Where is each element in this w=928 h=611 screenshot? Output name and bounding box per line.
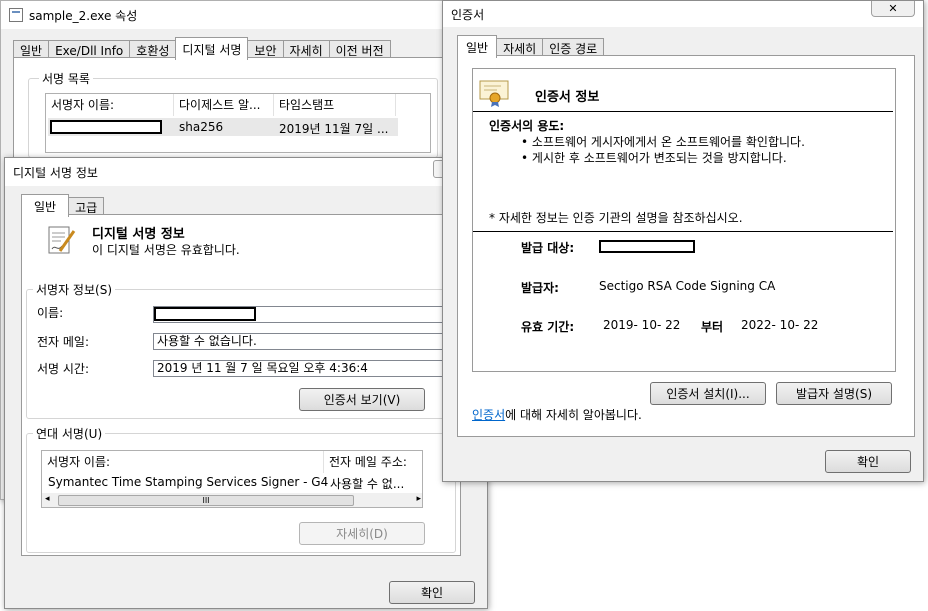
cs-col-email[interactable]: 전자 메일 주소: xyxy=(324,451,422,473)
scroll-thumb[interactable]: III xyxy=(58,495,354,506)
scroll-right-icon[interactable]: ▸ xyxy=(416,494,421,504)
email-field[interactable]: 사용할 수 없습니다. xyxy=(153,333,455,350)
col-timestamp[interactable]: 타임스탬프 xyxy=(274,94,396,116)
sign-time-field[interactable]: 2019 년 11 월 7 일 목요일 오후 4:36:4 xyxy=(153,360,455,377)
issuer-statement-button[interactable]: 발급자 설명(S) xyxy=(776,382,892,405)
validity-label: 유효 기간: xyxy=(521,320,575,334)
divider xyxy=(473,231,893,232)
valid-from: 2019- 10- 22 xyxy=(603,318,681,332)
tab-digital-signature[interactable]: 디지털 서명 xyxy=(175,37,249,60)
signature-info-panel: 디지털 서명 정보 이 디지털 서명은 유효합니다. 서명자 정보(S) 이름:… xyxy=(21,214,461,556)
signed-document-icon xyxy=(46,225,76,259)
certificate-window: 인증서 ✕ 일반 자세히 인증 경로 인증서 정보 인증서의 용도: • 소프트… xyxy=(442,0,924,482)
name-field[interactable] xyxy=(153,306,455,323)
signature-info-window: 디지털 서명 정보 ? 일반 고급 디지털 서명 정보 이 디지털 서명은 유효… xyxy=(4,157,488,609)
certificate-titlebar: 인증서 ✕ xyxy=(443,1,923,27)
cs-row-email: 사용할 수 없... xyxy=(330,477,405,491)
countersignature-label: 연대 서명(U) xyxy=(33,425,106,442)
signature-list-label: 서명 목록 xyxy=(39,70,93,87)
purpose-text-1: 소프트웨어 게시자에게서 온 소프트웨어를 확인합니다. xyxy=(531,135,805,149)
signature-ok-button[interactable]: 확인 xyxy=(389,581,475,604)
redacted-name xyxy=(154,307,256,321)
purpose-item-1: • 소프트웨어 게시자에게서 온 소프트웨어를 확인합니다. xyxy=(521,135,805,149)
table-row[interactable]: sha256 2019년 11월 7일 ... xyxy=(48,118,398,136)
certificate-panel: 인증서 정보 인증서의 용도: • 소프트웨어 게시자에게서 온 소프트웨어를 … xyxy=(457,55,915,437)
signature-list-group: 서명 목록 서명자 이름: 다이제스트 알... 타임스탬프 sha256 20… xyxy=(28,70,438,158)
properties-titlebar: sample_2.exe 속성 xyxy=(1,1,459,29)
view-certificate-button[interactable]: 인증서 보기(V) xyxy=(299,388,425,411)
horizontal-scrollbar[interactable]: ◂ III ▸ xyxy=(42,493,422,507)
certificate-title: 인증서 xyxy=(451,7,485,22)
issuer-label: 발급자: xyxy=(521,281,559,295)
row-digest: sha256 xyxy=(179,120,224,134)
countersignature-list[interactable]: 서명자 이름: 전자 메일 주소: Symantec Time Stamping… xyxy=(41,450,423,508)
signature-info-title: 디지털 서명 정보 xyxy=(13,165,98,180)
signature-status: 이 디지털 서명은 유효합니다. xyxy=(92,243,240,257)
close-button[interactable]: ✕ xyxy=(871,1,915,17)
details-button[interactable]: 자세히(D) xyxy=(299,522,425,545)
valid-to: 2022- 10- 22 xyxy=(741,318,819,332)
certificate-link[interactable]: 인증서 xyxy=(472,408,505,422)
certificate-heading: 인증서 정보 xyxy=(535,90,600,105)
col-digest[interactable]: 다이제스트 알... xyxy=(174,94,274,116)
info-note: * 자세한 정보는 인증 기관의 설명을 참조하십시오. xyxy=(489,211,743,225)
name-label: 이름: xyxy=(37,306,64,320)
signature-heading: 디지털 서명 정보 xyxy=(92,227,185,242)
file-icon xyxy=(9,8,23,22)
signer-info-group: 서명자 정보(S) 이름: 전자 메일: 사용할 수 없습니다. 서명 시간: … xyxy=(26,281,456,419)
divider xyxy=(473,111,893,112)
purpose-item-2: • 게시한 후 소프트웨어가 변조되는 것을 방지합니다. xyxy=(521,151,787,165)
countersignature-group: 연대 서명(U) 서명자 이름: 전자 메일 주소: Symantec Time… xyxy=(26,425,456,553)
row-timestamp: 2019년 11월 7일 ... xyxy=(279,122,389,136)
purpose-text-2: 게시한 후 소프트웨어가 변조되는 것을 방지합니다. xyxy=(531,151,787,165)
valid-separator: 부터 xyxy=(701,320,724,334)
install-certificate-button[interactable]: 인증서 설치(I)... xyxy=(650,382,766,405)
purpose-label: 인증서의 용도: xyxy=(489,119,565,133)
cs-row-name: Symantec Time Stamping Services Signer -… xyxy=(48,475,329,489)
tab-general[interactable]: 일반 xyxy=(457,35,498,58)
learn-more-text: 인증서에 대해 자세히 알아봅니다. xyxy=(472,406,642,423)
properties-title: sample_2.exe 속성 xyxy=(29,8,138,23)
redacted-issued-to xyxy=(599,240,695,253)
sign-time-label: 서명 시간: xyxy=(37,362,90,376)
col-signer-name[interactable]: 서명자 이름: xyxy=(46,94,174,116)
signature-info-titlebar: 디지털 서명 정보 ? xyxy=(5,158,487,186)
issuer-value: Sectigo RSA Code Signing CA xyxy=(599,279,776,293)
certificate-icon xyxy=(479,77,509,107)
cs-col-signer-name[interactable]: 서명자 이름: xyxy=(42,451,324,473)
certificate-ok-button[interactable]: 확인 xyxy=(825,450,911,473)
signer-info-label: 서명자 정보(S) xyxy=(33,281,115,298)
issued-to-label: 발급 대상: xyxy=(521,241,575,255)
scroll-left-icon[interactable]: ◂ xyxy=(45,494,50,504)
email-label: 전자 메일: xyxy=(37,335,90,349)
tab-general[interactable]: 일반 xyxy=(21,194,70,217)
learn-more-rest: 에 대해 자세히 알아봅니다. xyxy=(505,408,642,422)
certificate-info-box: 인증서 정보 인증서의 용도: • 소프트웨어 게시자에게서 온 소프트웨어를 … xyxy=(472,68,896,372)
redacted-signer xyxy=(50,120,162,134)
signature-list[interactable]: 서명자 이름: 다이제스트 알... 타임스탬프 sha256 2019년 11… xyxy=(45,93,431,153)
